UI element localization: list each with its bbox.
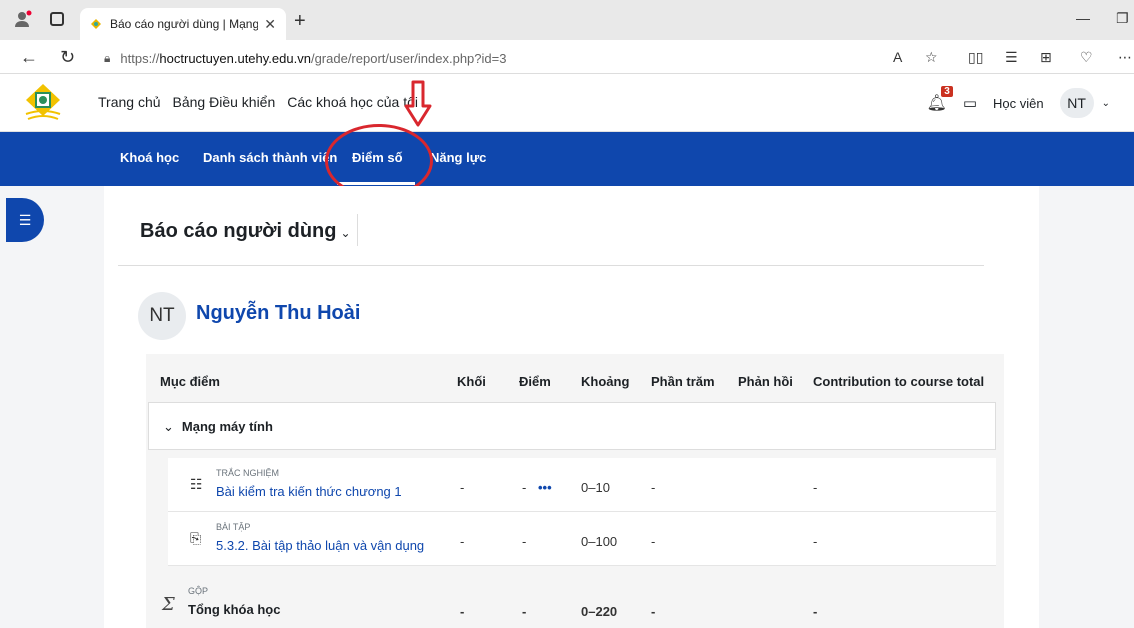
address-bar: ← ↻ 🔒︎ https://hoctructuyen.utehy.edu.vn… [0, 40, 1134, 74]
total-name: Tổng khóa học [188, 602, 281, 617]
cell-block: - [460, 604, 465, 619]
favicon-icon [91, 19, 101, 29]
cell-percent: - [651, 480, 656, 495]
primary-nav: Trang chủ Bảng Điều khiển Các khoá học c… [98, 94, 418, 110]
sigma-icon: Σ [162, 594, 175, 615]
user-name-link[interactable]: Nguyễn Thu Hoài [196, 302, 360, 325]
grade-item-link[interactable]: 5.3.2. Bài tập thảo luận và vận dụng [216, 538, 424, 553]
grade-item-link[interactable]: Bài kiểm tra kiến thức chương 1 [216, 484, 402, 499]
favorites-list-icon[interactable]: ☰ [1005, 49, 1018, 66]
user-avatar: NT [138, 292, 186, 340]
refresh-icon[interactable]: ↻ [60, 47, 75, 68]
item-type: BÀI TẬP [216, 522, 251, 532]
col-percent: Phần trăm [651, 374, 715, 389]
cell-grade: - [522, 534, 527, 549]
table-row: ⎘ BÀI TẬP 5.3.2. Bài tập thảo luận và vậ… [168, 512, 996, 566]
notification-badge: 3 [941, 86, 953, 97]
user-role: Học viên [993, 95, 1044, 111]
annotation-arrow-icon [404, 80, 432, 127]
category-label: ⌄ Mạng máy tính [163, 419, 273, 435]
col-grade-item: Mục điểm [160, 374, 220, 389]
new-tab-icon[interactable]: + [294, 10, 306, 33]
user-avatar-menu[interactable]: NT [1059, 88, 1094, 118]
divider [357, 214, 358, 246]
nav-my-courses[interactable]: Các khoá học của tôi [287, 94, 418, 110]
url-host: hoctructuyen.utehy.edu.vn [159, 50, 311, 66]
category-row[interactable]: ⌄ Mạng máy tính [148, 402, 996, 450]
close-tab-icon[interactable]: ✕ [264, 16, 276, 33]
grade-table: Mục điểm Khối Điểm Khoảng Phần trăm Phản… [146, 354, 1004, 628]
notification-bell-icon[interactable]: 🔔︎ 3 [927, 86, 953, 113]
item-type: GỘP [188, 586, 209, 596]
tab-competencies[interactable]: Năng lực [430, 150, 486, 165]
col-contribution: Contribution to course total [813, 374, 985, 389]
divider [118, 265, 984, 266]
cell-percent: - [651, 534, 656, 549]
profile-icon[interactable] [14, 10, 32, 28]
col-range: Khoảng [581, 374, 630, 389]
cell-percent: - [651, 604, 656, 619]
favorite-star-icon[interactable]: ☆ [925, 49, 938, 66]
item-type: TRẮC NGHIỆM [216, 468, 279, 478]
quiz-icon: ☷ [190, 476, 203, 492]
cell-range: 0–220 [581, 604, 618, 619]
actions-menu-icon[interactable]: ••• [538, 480, 552, 495]
chevron-down-icon[interactable]: ⌄ [1102, 98, 1110, 109]
more-menu-icon[interactable]: ⋯ [1118, 49, 1132, 66]
avatar-initials: NT [149, 305, 175, 326]
chevron-down-icon[interactable]: ⌄ [163, 419, 174, 434]
page-title: Báo cáo người dùng [140, 220, 337, 242]
col-feedback: Phản hồi [738, 374, 793, 389]
total-row: Σ GỘP Tổng khóa học - - 0–220 - - [148, 576, 996, 628]
report-selector[interactable]: Báo cáo người dùng ⌄ [140, 220, 351, 243]
table-row: ☷ TRẮC NGHIỆM Bài kiểm tra kiến thức chư… [168, 458, 996, 512]
browser-tab[interactable]: Báo cáo người dùng | Mạng máy ✕ [80, 8, 286, 40]
col-grade: Điểm [519, 374, 551, 389]
cell-grade: - [522, 604, 527, 619]
back-icon[interactable]: ← [20, 47, 38, 68]
read-aloud-icon[interactable]: A [893, 49, 902, 65]
page-content: Báo cáo người dùng ⌄ NT Nguyễn Thu Hoài M… [104, 186, 1039, 628]
course-index-toggle-icon[interactable]: ☰ [6, 198, 44, 242]
nav-dashboard[interactable]: Bảng Điều khiển [173, 94, 276, 110]
tab-title: Báo cáo người dùng | Mạng máy [110, 17, 259, 31]
tab-actions-icon[interactable] [50, 12, 64, 26]
browser-tabstrip: Báo cáo người dùng | Mạng máy ✕ + — ❐ [0, 0, 1134, 40]
header-right: 🔔︎ 3 ▭ Học viên NT ⌄ [927, 86, 1110, 118]
right-margin [1039, 186, 1134, 628]
col-block: Khối [457, 374, 486, 389]
extensions-icon[interactable]: ♡ [1080, 49, 1093, 66]
category-name: Mạng máy tính [181, 419, 273, 434]
lock-icon: 🔒︎ [104, 50, 111, 65]
cell-block: - [460, 534, 465, 549]
cell-grade: - [522, 480, 527, 495]
cell-contribution: - [813, 534, 818, 549]
cell-contribution: - [813, 480, 818, 495]
minimize-icon[interactable]: — [1076, 10, 1090, 26]
avatar-initials: NT [1067, 95, 1086, 111]
nav-home[interactable]: Trang chủ [98, 94, 161, 110]
cell-contribution: - [813, 604, 818, 619]
messages-icon[interactable]: ▭ [963, 94, 977, 112]
tab-course[interactable]: Khoá học [120, 150, 179, 165]
site-header: Trang chủ Bảng Điều khiển Các khoá học c… [0, 74, 1134, 132]
site-logo-icon[interactable] [22, 82, 64, 124]
url-path: /grade/report/user/index.php?id=3 [310, 50, 507, 66]
url-field[interactable]: 🔒︎ https://hoctructuyen.utehy.edu.vn/gra… [104, 46, 954, 70]
cell-range: 0–100 [581, 534, 618, 549]
restore-icon[interactable]: ❐ [1116, 10, 1129, 27]
secondary-nav: Khoá học Danh sách thành viên Điểm số Nă… [0, 132, 1134, 186]
cell-block: - [460, 480, 465, 495]
chevron-down-icon: ⌄ [340, 226, 351, 240]
cell-range: 0–10 [581, 480, 610, 495]
assignment-icon: ⎘ [190, 530, 202, 546]
tab-participants[interactable]: Danh sách thành viên [203, 150, 337, 165]
url-prefix: https:// [120, 50, 160, 66]
collections-icon[interactable]: ⊞ [1040, 49, 1052, 66]
split-screen-icon[interactable]: ▯▯ [968, 49, 983, 66]
